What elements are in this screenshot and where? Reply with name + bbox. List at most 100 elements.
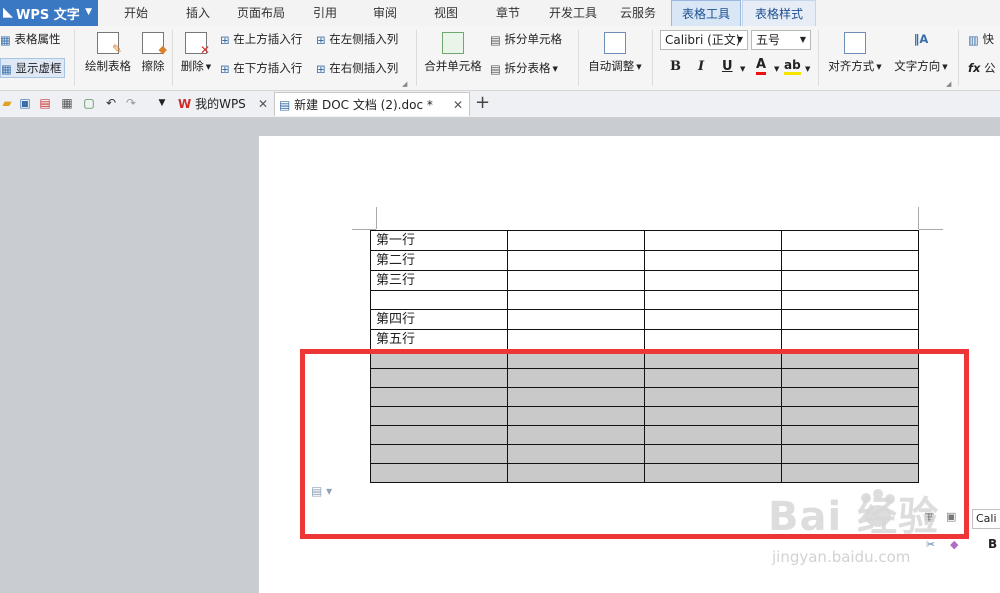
table-cell[interactable]: [781, 250, 919, 271]
show-gridlines-label: 显示虚框: [15, 61, 62, 75]
table-cell[interactable]: [781, 290, 919, 310]
redo-icon[interactable]: ↷: [124, 96, 138, 110]
delete-button[interactable]: ✕ 删除 ▼: [176, 32, 216, 74]
underline-button[interactable]: U: [722, 59, 733, 74]
table-row[interactable]: 第二行: [370, 250, 919, 271]
calculator-icon: ▥: [968, 32, 979, 47]
close-icon[interactable]: ✕: [453, 93, 463, 117]
table-cell[interactable]: [644, 250, 782, 271]
font-size-select[interactable]: 五号 ▼: [751, 30, 811, 50]
table-cell[interactable]: [644, 290, 782, 310]
show-gridlines-toggle[interactable]: ▦ 显示虚框: [0, 58, 65, 78]
table-cell[interactable]: [507, 230, 645, 251]
table-cell[interactable]: [644, 270, 782, 291]
undo-icon[interactable]: ↶: [104, 96, 118, 110]
crop-mark: [919, 229, 943, 230]
highlight-button[interactable]: ab: [784, 58, 801, 75]
chevron-down-icon[interactable]: ▼: [805, 65, 810, 73]
insert-right-label: 在右侧插入列: [329, 61, 399, 75]
dialog-launcher-icon[interactable]: ◢: [946, 80, 951, 88]
table-cell[interactable]: 第一行: [370, 230, 508, 251]
tab-developer[interactable]: 开发工具: [542, 0, 604, 26]
open-folder-icon[interactable]: ▰: [0, 96, 14, 110]
font-name-value: Calibri (正文): [665, 33, 741, 47]
table-cell[interactable]: [781, 230, 919, 251]
table-cell[interactable]: [507, 270, 645, 291]
close-icon[interactable]: ✕: [258, 92, 268, 116]
tab-view[interactable]: 视图: [423, 0, 469, 26]
table-cell[interactable]: 第二行: [370, 250, 508, 271]
new-tab-icon[interactable]: +: [475, 93, 490, 113]
table-cell[interactable]: 第三行: [370, 270, 508, 291]
gridlines-icon: ▦: [1, 61, 12, 76]
eraser-button[interactable]: ◆ 擦除: [138, 32, 168, 74]
align-button[interactable]: 对齐方式 ▼: [824, 32, 886, 74]
customize-toolbar-icon[interactable]: ▼: [155, 96, 169, 110]
table-cell[interactable]: [507, 290, 645, 310]
quick-calc-button[interactable]: ▥ 快: [968, 31, 994, 47]
paragraph-layout-icon[interactable]: ▤ ▾: [311, 484, 332, 498]
chevron-down-icon: ▼: [85, 7, 92, 17]
text-direction-button[interactable]: ‖A 文字方向 ▼: [890, 32, 952, 74]
table-cell[interactable]: 第五行: [370, 329, 508, 350]
table-cell[interactable]: [644, 329, 782, 350]
table-row[interactable]: 第五行: [370, 329, 919, 350]
tab-review[interactable]: 审阅: [362, 0, 408, 26]
table-cell[interactable]: [370, 290, 508, 310]
tab-page-layout[interactable]: 页面布局: [230, 0, 292, 26]
ribbon: ▦ 表格属性 ▦ 显示虚框 ✎ 绘制表格 ◆ 擦除 ✕ 删除 ▼ ⊞ 在上方插入行…: [0, 26, 1000, 91]
tab-table-tools[interactable]: 表格工具: [671, 0, 741, 27]
tab-cloud[interactable]: 云服务: [612, 0, 664, 26]
font-color-button[interactable]: A: [756, 58, 767, 75]
ribbon-separator: [74, 30, 75, 86]
table-cell[interactable]: [507, 329, 645, 350]
tab-insert[interactable]: 插入: [172, 0, 224, 26]
table-cell[interactable]: [507, 309, 645, 330]
table-properties-button[interactable]: ▦ 表格属性: [0, 31, 61, 47]
chevron-down-icon[interactable]: ▼: [774, 65, 779, 73]
tab-home[interactable]: 开始: [110, 0, 162, 26]
formula-button[interactable]: fx 公: [968, 60, 996, 76]
table-row[interactable]: 第三行: [370, 270, 919, 291]
table-cell[interactable]: [644, 309, 782, 330]
doc-tab-my-wps[interactable]: W 我的WPS ✕: [174, 92, 274, 116]
print-preview-icon[interactable]: ▢: [82, 96, 96, 110]
table-row[interactable]: 第四行: [370, 309, 919, 330]
table-cell[interactable]: 第四行: [370, 309, 508, 330]
text-direction-label: 文字方向: [894, 59, 941, 73]
table-cell[interactable]: [644, 230, 782, 251]
split-cells-icon: ▤: [490, 32, 501, 47]
table-cell[interactable]: [507, 250, 645, 271]
print-icon[interactable]: ▦: [60, 96, 74, 110]
auto-fit-button[interactable]: 自动调整 ▼: [586, 32, 644, 74]
draw-table-button[interactable]: ✎ 绘制表格: [82, 32, 134, 74]
chevron-down-icon[interactable]: ▼: [740, 65, 745, 73]
insert-col-left-button[interactable]: ⊞ 在左侧插入列: [316, 31, 398, 47]
save-icon[interactable]: ▣: [18, 96, 32, 110]
tab-references[interactable]: 引用: [302, 0, 348, 26]
insert-row-below-button[interactable]: ⊞ 在下方插入行: [220, 60, 302, 76]
italic-button[interactable]: I: [698, 59, 704, 74]
bold-button[interactable]: B: [670, 59, 681, 74]
app-menu-button[interactable]: ◣ WPS 文字 ▼: [0, 0, 98, 26]
table-cell[interactable]: [781, 309, 919, 330]
split-table-button[interactable]: ▤ 拆分表格 ▼: [490, 60, 558, 76]
insert-row-above-button[interactable]: ⊞ 在上方插入行: [220, 31, 302, 47]
table-row[interactable]: [370, 290, 919, 310]
insert-col-right-button[interactable]: ⊞ 在右侧插入列: [316, 60, 398, 76]
insert-below-label: 在下方插入行: [233, 61, 303, 75]
quick-access-bar: ▰ ▣ ▤ ▦ ▢ ↶ ↷ ▼ W 我的WPS ✕ ▤ 新建 DOC 文档 (2…: [0, 91, 1000, 118]
table-cell[interactable]: [781, 270, 919, 291]
split-cells-button[interactable]: ▤ 拆分单元格: [490, 31, 562, 47]
tab-section[interactable]: 章节: [485, 0, 531, 26]
doc-tab-current[interactable]: ▤ 新建 DOC 文档 (2).doc * ✕: [274, 92, 470, 116]
table-row[interactable]: 第一行: [370, 230, 919, 251]
export-pdf-icon[interactable]: ▤: [38, 96, 52, 110]
font-name-select[interactable]: Calibri (正文) ▼: [660, 30, 748, 50]
merge-cells-button[interactable]: 合并单元格: [422, 32, 484, 74]
table-cell[interactable]: [781, 329, 919, 350]
document-icon: ▤: [279, 98, 291, 112]
dialog-launcher-icon[interactable]: ◢: [402, 80, 407, 88]
align-label: 对齐方式: [828, 59, 875, 73]
tab-table-style[interactable]: 表格样式: [742, 0, 816, 26]
